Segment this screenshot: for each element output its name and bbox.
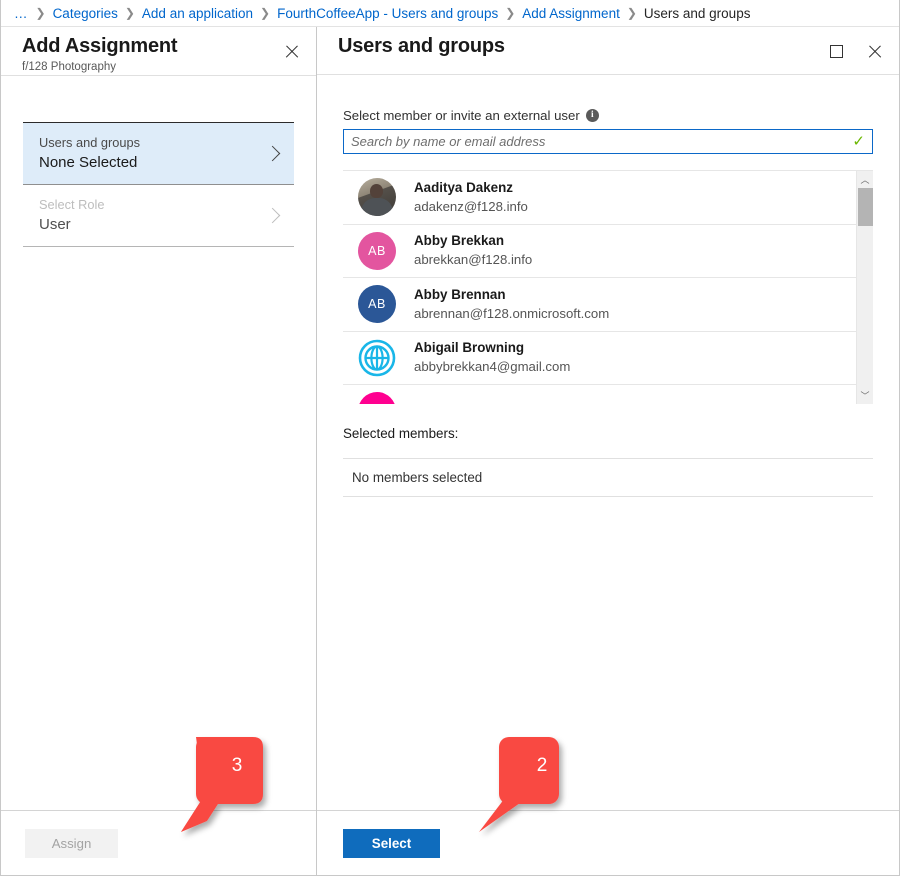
avatar — [358, 178, 396, 216]
users-and-groups-blade: Users and groups Select member or invite… — [317, 27, 899, 875]
list-item-email: adakenz@f128.info — [414, 198, 528, 216]
step-select-role-value: User — [39, 214, 267, 235]
users-and-groups-footer: Select — [317, 810, 899, 875]
list-item-partial[interactable] — [343, 385, 856, 404]
selected-members-title: Selected members: — [343, 426, 873, 441]
select-button[interactable]: Select — [343, 829, 440, 858]
breadcrumb-item-users-and-groups-current: Users and groups — [644, 6, 751, 21]
close-icon — [284, 44, 299, 59]
avatar: AB — [358, 285, 396, 323]
step-select-role-label: Select Role — [39, 196, 267, 213]
list-item-text: Aaditya Dakenz adakenz@f128.info — [414, 179, 528, 216]
search-box[interactable]: ✓ — [343, 129, 873, 154]
step-select-role-text: Select Role User — [39, 196, 267, 235]
users-and-groups-titles: Users and groups — [338, 34, 821, 59]
close-button-right-blade[interactable] — [859, 37, 889, 65]
add-assignment-header: Add Assignment f/128 Photography — [1, 27, 316, 76]
breadcrumb-separator: ❯ — [260, 6, 270, 20]
close-icon — [867, 44, 882, 59]
check-icon: ✓ — [852, 134, 872, 149]
search-label-text: Select member or invite an external user — [343, 108, 580, 123]
maximize-button[interactable] — [821, 37, 851, 65]
left-blade-spacer — [1, 247, 316, 810]
users-and-groups-header-actions — [821, 34, 889, 65]
selected-members-empty: No members selected — [343, 458, 873, 497]
list-item[interactable]: Abigail Browning abbybrekkan4@gmail.com — [343, 332, 856, 386]
step-select-role[interactable]: Select Role User — [23, 185, 294, 247]
avatar: AB — [358, 232, 396, 270]
close-button-left-blade[interactable] — [276, 37, 306, 65]
blade-title: Users and groups — [338, 34, 821, 59]
avatar-photo-body — [361, 198, 393, 216]
chevron-right-icon — [265, 146, 281, 162]
globe-icon — [358, 339, 396, 377]
breadcrumb-item-add-an-application[interactable]: Add an application — [142, 6, 253, 21]
step-users-and-groups-label: Users and groups — [39, 134, 267, 151]
maximize-icon — [830, 45, 843, 58]
avatar-initials: AB — [368, 244, 386, 258]
avatar — [358, 339, 396, 377]
users-and-groups-header: Users and groups — [317, 27, 899, 75]
breadcrumb-item-fourthcoffeeapp-users-and-groups[interactable]: FourthCoffeeApp - Users and groups — [277, 6, 498, 21]
add-assignment-header-actions — [276, 34, 306, 65]
breadcrumb-separator: ❯ — [36, 6, 46, 20]
avatar-photo-head — [370, 184, 383, 198]
breadcrumb-separator: ❯ — [125, 6, 135, 20]
breadcrumb-separator: ❯ — [627, 6, 637, 20]
chevron-right-icon — [265, 208, 281, 224]
search-results-rows: Aaditya Dakenz adakenz@f128.info AB Abby… — [343, 171, 856, 404]
azure-portal-blade-stack: … ❯ Categories ❯ Add an application ❯ Fo… — [0, 0, 900, 876]
search-input[interactable] — [344, 130, 852, 153]
avatar-initials: AB — [368, 297, 386, 311]
list-item-text: Abigail Browning abbybrekkan4@gmail.com — [414, 339, 570, 376]
breadcrumb-item-add-assignment[interactable]: Add Assignment — [522, 6, 620, 21]
avatar — [358, 392, 396, 404]
breadcrumb-ellipsis[interactable]: … — [14, 6, 29, 21]
page-subtitle: f/128 Photography — [22, 60, 276, 75]
add-assignment-titles: Add Assignment f/128 Photography — [22, 34, 276, 75]
users-and-groups-body: Select member or invite an external user… — [317, 75, 899, 810]
step-users-and-groups-value: None Selected — [39, 152, 267, 173]
assign-button[interactable]: Assign — [25, 829, 118, 858]
list-item-name: Abby Brekkan — [414, 232, 532, 250]
scrollbar-thumb[interactable] — [858, 188, 873, 226]
list-item[interactable]: Aaditya Dakenz adakenz@f128.info — [343, 171, 856, 225]
list-item[interactable]: AB Abby Brekkan abrekkan@f128.info — [343, 225, 856, 279]
page-title: Add Assignment — [22, 34, 276, 59]
add-assignment-footer: Assign — [1, 810, 316, 875]
breadcrumb: … ❯ Categories ❯ Add an application ❯ Fo… — [1, 0, 899, 27]
scroll-up-icon[interactable]: ︿ — [857, 171, 873, 188]
search-field-label: Select member or invite an external user… — [343, 108, 873, 123]
add-assignment-blade: Add Assignment f/128 Photography Users a… — [1, 27, 317, 875]
assignment-step-list: Users and groups None Selected Select Ro… — [23, 122, 294, 247]
list-item-name: Aaditya Dakenz — [414, 179, 528, 197]
list-item-name: Abigail Browning — [414, 339, 570, 357]
list-item-text: Abby Brennan abrennan@f128.onmicrosoft.c… — [414, 286, 609, 323]
breadcrumb-item-categories[interactable]: Categories — [53, 6, 118, 21]
list-item-email: abrekkan@f128.info — [414, 251, 532, 269]
scroll-down-icon[interactable]: ﹀ — [857, 387, 873, 404]
step-users-and-groups[interactable]: Users and groups None Selected — [23, 123, 294, 185]
list-item-email: abbybrekkan4@gmail.com — [414, 358, 570, 376]
step-users-and-groups-text: Users and groups None Selected — [39, 134, 267, 173]
list-item-email: abrennan@f128.onmicrosoft.com — [414, 305, 609, 323]
info-icon[interactable]: i — [586, 109, 599, 122]
list-item-name: Abby Brennan — [414, 286, 609, 304]
blade-panes: Add Assignment f/128 Photography Users a… — [1, 27, 899, 875]
list-item[interactable]: AB Abby Brennan abrennan@f128.onmicrosof… — [343, 278, 856, 332]
breadcrumb-separator: ❯ — [505, 6, 515, 20]
list-item-text: Abby Brekkan abrekkan@f128.info — [414, 232, 532, 269]
results-scrollbar[interactable]: ︿ ﹀ — [856, 171, 873, 404]
search-results-list: Aaditya Dakenz adakenz@f128.info AB Abby… — [343, 170, 873, 404]
